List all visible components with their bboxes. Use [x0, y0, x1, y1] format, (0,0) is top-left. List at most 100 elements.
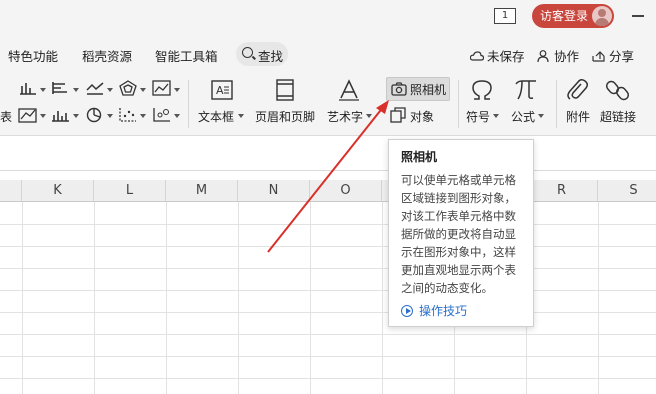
chevron-down-icon[interactable] — [40, 114, 46, 118]
unsaved-label: 未保存 — [487, 49, 525, 64]
menu-item-features[interactable]: 特色功能 — [8, 46, 58, 65]
ribbon-divider — [188, 80, 189, 128]
guest-login-button[interactable]: 访客登录 — [532, 4, 614, 28]
unsaved-status[interactable]: 未保存 — [470, 46, 525, 65]
share-icon — [592, 51, 605, 62]
wordart-icon — [339, 79, 359, 101]
radar-chart-icon[interactable] — [118, 80, 138, 96]
search-icon — [242, 47, 253, 58]
grid-line — [238, 202, 239, 394]
link-icon — [606, 80, 630, 101]
omega-symbol-icon — [472, 80, 492, 100]
wordart-button[interactable]: 艺术字 — [327, 108, 363, 125]
textbox-icon: A — [211, 80, 233, 100]
column-header-k[interactable]: K — [22, 180, 94, 202]
share-label: 分享 — [609, 49, 635, 64]
line-chart-icon[interactable] — [85, 80, 105, 96]
tooltip-line: 对该工作表单元格中数 — [401, 209, 516, 223]
tooltip-line: 更加直观地显示两个表 — [401, 263, 516, 277]
column-chart-icon[interactable] — [18, 80, 38, 96]
window-count-indicator[interactable]: 1 — [494, 8, 516, 24]
search-button[interactable]: 查找 — [236, 42, 288, 66]
grid-line — [94, 202, 95, 394]
column-header-n[interactable]: N — [238, 180, 310, 202]
play-icon — [401, 305, 413, 317]
collaborate-button[interactable]: 协作 — [537, 46, 579, 65]
minimize-icon[interactable] — [632, 15, 644, 17]
header-footer-icon — [276, 79, 294, 101]
formula-bar-area — [0, 137, 656, 171]
chevron-down-icon[interactable] — [366, 114, 372, 118]
chevron-down-icon[interactable] — [174, 114, 180, 118]
attachment-button[interactable]: 附件 — [566, 108, 590, 125]
combo-chart-icon[interactable] — [51, 107, 71, 123]
scatter-chart-icon[interactable] — [118, 107, 138, 123]
menu-bar: 特色功能 稻壳资源 智能工具箱 查找 未保存 协作 分享 — [0, 36, 656, 74]
bubble-chart-icon[interactable] — [152, 107, 172, 123]
chevron-down-icon[interactable] — [538, 114, 544, 118]
grid-line — [0, 334, 656, 335]
chevron-down-icon[interactable] — [140, 88, 146, 92]
tooltip-line: 据所做的更改将自动显 — [401, 227, 516, 241]
grid-line — [0, 356, 656, 357]
column-header-s[interactable]: S — [598, 180, 656, 202]
pi-formula-icon — [515, 80, 536, 100]
tooltip-line: 区域链接到图形对象， — [401, 191, 516, 205]
textbox-button[interactable]: 文本框 — [198, 108, 234, 125]
chevron-down-icon[interactable] — [174, 88, 180, 92]
hyperlink-button[interactable]: 超链接 — [600, 108, 636, 125]
grid-line — [0, 290, 656, 291]
bar-chart-icon[interactable] — [51, 80, 71, 96]
grid-line — [22, 202, 23, 394]
grid-line — [166, 202, 167, 394]
formula-button[interactable]: 公式 — [511, 108, 535, 125]
grid-line — [0, 312, 656, 313]
search-label: 查找 — [258, 49, 284, 64]
area-chart-icon[interactable] — [152, 80, 172, 96]
collaborate-label: 协作 — [554, 49, 580, 64]
camera-button[interactable]: 照相机 — [386, 77, 450, 101]
tooltip-line: 可以使单元格或单元格 — [401, 173, 516, 187]
avatar-icon — [592, 6, 612, 26]
column-header-r[interactable]: R — [526, 180, 598, 202]
svg-text:A: A — [216, 84, 224, 97]
grid-line — [310, 202, 311, 394]
menu-item-smart-tools[interactable]: 智能工具箱 — [155, 46, 218, 65]
chevron-down-icon[interactable] — [493, 114, 499, 118]
spreadsheet-grid[interactable]: K L M N O P Q R S — [0, 180, 656, 394]
object-icon — [390, 107, 406, 123]
paperclip-icon — [567, 78, 588, 100]
cloud-icon — [470, 51, 484, 61]
chevron-down-icon[interactable] — [107, 114, 113, 118]
tips-link[interactable]: 操作技巧 — [401, 302, 467, 319]
table-label-partial[interactable]: 表 — [0, 108, 12, 125]
grid-line — [0, 268, 656, 269]
chevron-down-icon[interactable] — [73, 114, 79, 118]
camera-label: 照相机 — [410, 83, 447, 97]
menu-item-docer[interactable]: 稻壳资源 — [82, 46, 132, 65]
chevron-down-icon[interactable] — [107, 88, 113, 92]
title-bar: 1 访客登录 — [0, 0, 656, 36]
symbol-button[interactable]: 符号 — [466, 108, 490, 125]
ribbon-divider — [556, 80, 557, 128]
grid-line — [598, 202, 599, 394]
share-button[interactable]: 分享 — [592, 46, 634, 65]
chevron-down-icon[interactable] — [40, 88, 46, 92]
tooltip-title: 照相机 — [401, 150, 438, 164]
camera-tooltip: 照相机 可以使单元格或单元格 区域链接到图形对象， 对该工作表单元格中数 据所做… — [388, 139, 534, 327]
chevron-down-icon[interactable] — [238, 114, 244, 118]
grid-line — [382, 202, 383, 394]
camera-icon — [391, 82, 407, 96]
chevron-down-icon[interactable] — [140, 114, 146, 118]
tooltip-line: 之间的动态变化。 — [401, 281, 493, 295]
column-header-o[interactable]: O — [310, 180, 382, 202]
chevron-down-icon[interactable] — [73, 88, 79, 92]
user-icon — [537, 50, 549, 62]
object-button[interactable]: 对象 — [410, 108, 434, 125]
stock-chart-icon[interactable] — [18, 107, 38, 123]
grid-line — [0, 246, 656, 247]
column-header-l[interactable]: L — [94, 180, 166, 202]
pie-chart-icon[interactable] — [85, 107, 105, 123]
column-header-m[interactable]: M — [166, 180, 238, 202]
header-footer-button[interactable]: 页眉和页脚 — [255, 108, 315, 125]
